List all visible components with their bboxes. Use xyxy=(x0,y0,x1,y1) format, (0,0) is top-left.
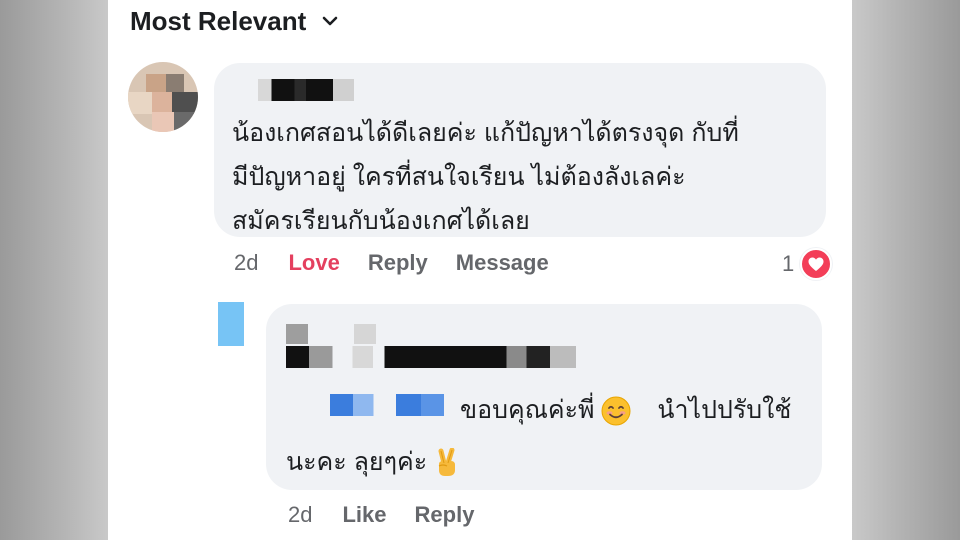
reply-button[interactable]: Reply xyxy=(415,502,475,528)
comment-timestamp: 2d xyxy=(234,250,259,275)
reply-text-line: ขอบคุณค่ะพี่ นำไปปรับใช้ xyxy=(460,388,791,432)
reaction-count: 1 xyxy=(782,251,795,276)
replier-name-redacted[interactable] xyxy=(286,324,576,368)
comment-bubble: น้องเกศสอนได้ดีเลยค่ะ แก้ปัญหาได้ตรงจุด … xyxy=(214,63,826,237)
reply-text-part: นำไปปรับใช้ xyxy=(657,396,792,424)
love-button[interactable]: Love xyxy=(288,250,339,276)
reply-button[interactable]: Reply xyxy=(368,250,428,276)
comments-panel: Most Relevant น้องเกศสอนได้ดีเลยค่ะ แก้ป… xyxy=(108,0,852,540)
reply-text-line: นะคะ ลุยๆค่ะ xyxy=(286,440,460,484)
comment-text-line: มีปัญหาอยู่ ใครที่สนใจเรียน ไม่ต้องลังเล… xyxy=(232,163,686,191)
reply-actions: 2d Like Reply xyxy=(288,502,502,528)
victory-hand-emoji xyxy=(438,448,456,477)
commenter-name-redacted[interactable] xyxy=(258,79,354,101)
comment-text-line: สมัครเรียนกับน้องเกศได้เลย xyxy=(232,207,530,235)
comment-text-line: น้องเกศสอนได้ดีเลยค่ะ แก้ปัญหาได้ตรงจุด … xyxy=(232,119,739,147)
reply-bubble: ขอบคุณค่ะพี่ นำไปปรับใช้ นะคะ ลุยๆค่ะ xyxy=(266,304,822,490)
reply-text-part: ขอบคุณค่ะพี่ xyxy=(460,396,595,424)
comment-actions: 2d Love Reply Message xyxy=(234,250,577,276)
reaction-summary[interactable]: 1 xyxy=(782,248,833,280)
reply-thread-line xyxy=(218,302,244,346)
smiling-face-emoji xyxy=(601,396,631,426)
sort-dropdown[interactable]: Most Relevant xyxy=(130,4,340,38)
background-left xyxy=(0,0,108,540)
reply-timestamp: 2d xyxy=(288,502,313,527)
message-button[interactable]: Message xyxy=(456,250,549,276)
mention-tag-redacted[interactable] xyxy=(330,394,444,416)
chevron-down-icon xyxy=(322,16,338,26)
heart-icon xyxy=(800,248,833,280)
like-button[interactable]: Like xyxy=(342,502,386,528)
sort-label: Most Relevant xyxy=(130,5,307,36)
background-right xyxy=(852,0,960,540)
avatar[interactable] xyxy=(128,62,198,132)
reply-text-part: นะคะ ลุยๆค่ะ xyxy=(286,448,428,476)
